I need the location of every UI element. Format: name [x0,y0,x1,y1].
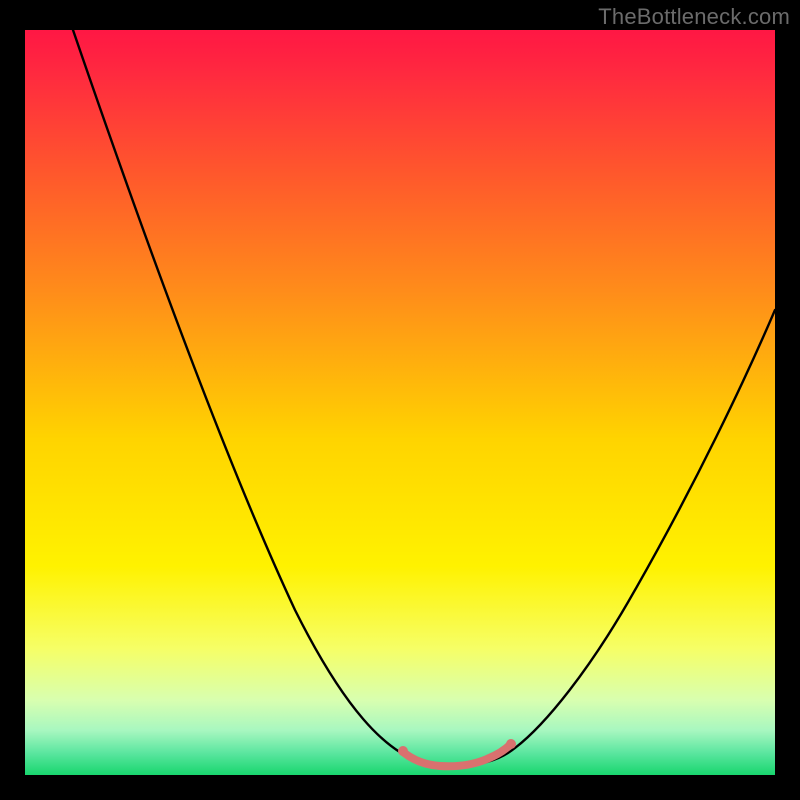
watermark-text: TheBottleneck.com [598,4,790,30]
valley-marker [403,744,511,766]
curve-path [73,30,775,766]
valley-dot-left [398,746,408,756]
valley-dot-right [506,739,516,749]
bottleneck-curve [25,30,775,775]
plot-area [25,30,775,775]
chart-frame: TheBottleneck.com [0,0,800,800]
